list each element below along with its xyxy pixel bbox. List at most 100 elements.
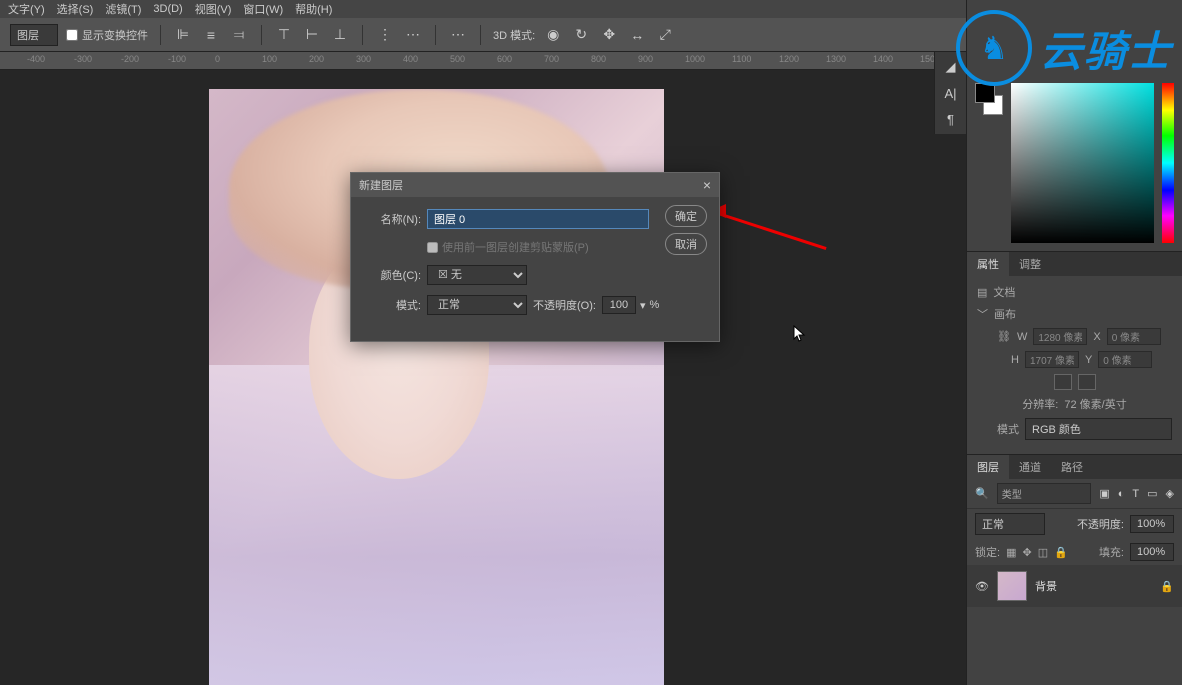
- color-panel: [967, 75, 1182, 252]
- align-center-h-icon[interactable]: ≡: [201, 25, 221, 45]
- menu-item[interactable]: 文字(Y): [8, 1, 45, 17]
- search-icon[interactable]: 🔍: [975, 487, 989, 500]
- visibility-eye-icon[interactable]: 👁: [975, 580, 989, 593]
- layer-name-label[interactable]: 背景: [1035, 578, 1152, 594]
- more-icon[interactable]: ⋯: [448, 25, 468, 45]
- ok-button[interactable]: 确定: [665, 205, 707, 227]
- scale-3d-icon[interactable]: ⤢: [655, 25, 675, 45]
- close-icon[interactable]: ×: [703, 177, 711, 193]
- align-right-icon[interactable]: ⫤: [229, 25, 249, 45]
- ruler-mark: 1400: [873, 54, 893, 64]
- lock-all-icon[interactable]: 🔒: [1054, 546, 1068, 559]
- ruler-mark: 0: [215, 54, 220, 64]
- blend-mode-select[interactable]: 正常: [427, 295, 527, 315]
- layers-panel: 图层 通道 路径 🔍 类型 ▣ ◐ T ▭ ◈ 正常 不透明度: 100% 锁定…: [967, 455, 1182, 685]
- menu-item[interactable]: 帮助(H): [295, 1, 332, 17]
- lock-pixels-icon[interactable]: ▦: [1006, 546, 1016, 559]
- character-panel-icon[interactable]: A|: [940, 84, 962, 102]
- align-middle-icon[interactable]: ⊢: [302, 25, 322, 45]
- canvas-section-toggle[interactable]: ﹀: [977, 306, 988, 322]
- color-mode-select[interactable]: RGB 颜色: [1025, 418, 1172, 440]
- menu-item[interactable]: 滤镜(T): [105, 1, 141, 17]
- name-label: 名称(N):: [365, 211, 421, 227]
- lock-position-icon[interactable]: ✥: [1022, 546, 1031, 559]
- color-picker-field[interactable]: [1011, 83, 1154, 243]
- resolution-label: 分辨率:: [1022, 396, 1058, 412]
- lock-artboard-icon[interactable]: ◫: [1038, 546, 1048, 559]
- layer-name-input[interactable]: [427, 209, 649, 229]
- layer-thumbnail[interactable]: [997, 571, 1027, 601]
- canvas-area[interactable]: [0, 70, 966, 685]
- document-label: 文档: [993, 284, 1015, 300]
- height-field[interactable]: [1025, 351, 1079, 368]
- color-panel-icon[interactable]: ◢: [940, 58, 962, 76]
- menu-item[interactable]: 视图(V): [195, 1, 232, 17]
- ruler-mark: -200: [121, 54, 139, 64]
- separator: [261, 25, 262, 45]
- roll-3d-icon[interactable]: ↻: [571, 25, 591, 45]
- x-field[interactable]: [1107, 328, 1161, 345]
- checkbox-label: 显示变换控件: [82, 27, 148, 43]
- filter-smart-icon[interactable]: ◈: [1166, 487, 1174, 500]
- fill-value[interactable]: 100%: [1130, 543, 1174, 561]
- checkbox[interactable]: [66, 29, 78, 41]
- orbit-3d-icon[interactable]: ◉: [543, 25, 563, 45]
- filter-image-icon[interactable]: ▣: [1099, 487, 1109, 500]
- tab-properties[interactable]: 属性: [967, 252, 1009, 276]
- y-label: Y: [1085, 354, 1092, 366]
- tab-layers[interactable]: 图层: [967, 455, 1009, 479]
- blend-mode-select[interactable]: 正常: [975, 513, 1045, 535]
- tab-channels[interactable]: 通道: [1009, 455, 1051, 479]
- width-field[interactable]: [1033, 328, 1087, 345]
- layer-target-select[interactable]: 图层: [10, 24, 58, 46]
- slide-3d-icon[interactable]: ↔: [627, 25, 647, 45]
- ruler-mark: 500: [450, 54, 465, 64]
- menu-item[interactable]: 选择(S): [57, 1, 94, 17]
- opacity-label: 不透明度(O):: [533, 297, 596, 313]
- separator: [362, 25, 363, 45]
- ruler-horizontal: -500-400-300-200-10001002003004005006007…: [0, 52, 966, 70]
- dialog-titlebar[interactable]: 新建图层 ×: [351, 173, 719, 197]
- menu-item[interactable]: 3D(D): [153, 3, 182, 15]
- ruler-mark: 1000: [685, 54, 705, 64]
- foreground-color-swatch[interactable]: [975, 83, 995, 103]
- color-mode-label: 模式: [997, 421, 1019, 437]
- menu-item[interactable]: 窗口(W): [243, 1, 283, 17]
- cancel-button[interactable]: 取消: [665, 233, 707, 255]
- align-bottom-icon[interactable]: ⊥: [330, 25, 350, 45]
- layer-filter-select[interactable]: 类型: [997, 483, 1092, 504]
- filter-adjust-icon[interactable]: ◐: [1118, 488, 1125, 500]
- orientation-portrait-icon[interactable]: [1054, 374, 1072, 390]
- align-top-icon[interactable]: ⊤: [274, 25, 294, 45]
- filter-type-icon[interactable]: T: [1132, 488, 1139, 500]
- layer-row-background[interactable]: 👁 背景 🔒: [967, 565, 1182, 607]
- orientation-landscape-icon[interactable]: [1078, 374, 1096, 390]
- layer-opacity-value[interactable]: 100%: [1130, 515, 1174, 533]
- opacity-input[interactable]: [602, 296, 636, 314]
- show-transform-checkbox[interactable]: 显示变换控件: [66, 27, 148, 43]
- separator: [480, 25, 481, 45]
- color-select[interactable]: ☒ 无: [427, 265, 527, 285]
- tab-paths[interactable]: 路径: [1051, 455, 1093, 479]
- distribute-h-icon[interactable]: ⋮: [375, 25, 395, 45]
- hue-slider[interactable]: [1162, 83, 1174, 243]
- distribute-v-icon[interactable]: ⋯: [403, 25, 423, 45]
- chevron-down-icon[interactable]: ▾: [640, 299, 646, 312]
- pan-3d-icon[interactable]: ✥: [599, 25, 619, 45]
- paragraph-panel-icon[interactable]: ¶: [940, 110, 962, 128]
- collapsed-panel-rail: ◢ A| ¶: [934, 52, 966, 134]
- separator: [160, 25, 161, 45]
- filter-shape-icon[interactable]: ▭: [1147, 487, 1157, 500]
- color-label: 颜色(C):: [365, 267, 421, 283]
- ruler-mark: 600: [497, 54, 512, 64]
- mode-label: 模式:: [365, 297, 421, 313]
- clip-mask-checkbox: [427, 242, 438, 253]
- ruler-mark: 400: [403, 54, 418, 64]
- align-left-icon[interactable]: ⊫: [173, 25, 193, 45]
- y-field[interactable]: [1098, 351, 1152, 368]
- dialog-title-label: 新建图层: [359, 177, 403, 193]
- tab-adjustments[interactable]: 调整: [1009, 252, 1051, 276]
- resolution-value: 72 像素/英寸: [1064, 396, 1126, 412]
- link-icon[interactable]: ⛓: [997, 330, 1011, 343]
- foreground-background-swatches[interactable]: [975, 83, 1003, 115]
